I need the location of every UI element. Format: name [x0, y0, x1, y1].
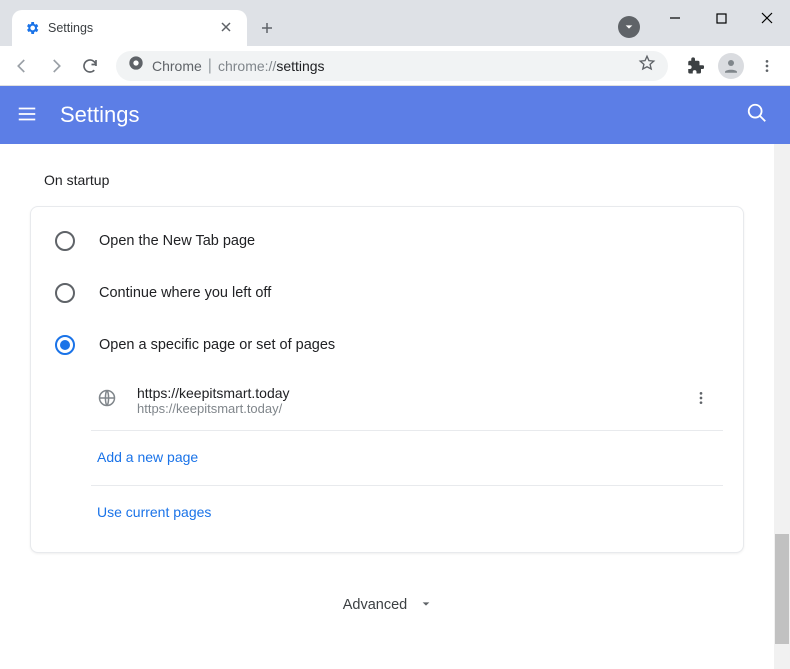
- menu-kebab-icon[interactable]: [752, 51, 782, 81]
- bookmark-star-icon[interactable]: [638, 54, 656, 77]
- window-controls: [652, 0, 790, 36]
- radio-label: Open the New Tab page: [99, 233, 255, 249]
- use-current-row[interactable]: Use current pages: [91, 486, 723, 540]
- radio-label: Open a specific page or set of pages: [99, 337, 335, 353]
- settings-header-title: Settings: [60, 102, 140, 128]
- hamburger-menu-icon[interactable]: [16, 103, 40, 127]
- advanced-toggle[interactable]: Advanced: [30, 597, 744, 613]
- url-path: settings: [276, 58, 324, 74]
- page-entry-menu-icon[interactable]: [685, 390, 717, 411]
- radio-icon: [55, 335, 75, 355]
- extensions-icon[interactable]: [680, 51, 710, 81]
- scrollbar-thumb[interactable]: [775, 534, 789, 644]
- content-scroll-area[interactable]: On startup Open the New Tab page Continu…: [0, 144, 790, 669]
- advanced-label: Advanced: [343, 597, 408, 613]
- globe-icon: [97, 388, 117, 413]
- use-current-link[interactable]: Use current pages: [97, 504, 211, 520]
- startup-card: Open the New Tab page Continue where you…: [30, 206, 744, 553]
- tab-title: Settings: [48, 21, 217, 35]
- reload-button[interactable]: [76, 52, 104, 80]
- radio-new-tab[interactable]: Open the New Tab page: [31, 215, 743, 267]
- radio-continue[interactable]: Continue where you left off: [31, 267, 743, 319]
- add-page-row[interactable]: Add a new page: [91, 431, 723, 486]
- minimize-button[interactable]: [652, 0, 698, 36]
- chrome-logo-icon: [128, 55, 144, 76]
- page-entry-url: https://keepitsmart.today/: [137, 401, 290, 416]
- maximize-button[interactable]: [698, 0, 744, 36]
- url-scheme-label: Chrome: [152, 58, 202, 74]
- scrollbar-track[interactable]: [774, 144, 790, 669]
- specific-pages-list: https://keepitsmart.today https://keepit…: [91, 371, 743, 540]
- profile-avatar[interactable]: [716, 51, 746, 81]
- url-prefix: chrome://: [218, 58, 276, 74]
- tab-search-icon[interactable]: [618, 16, 640, 38]
- browser-tab[interactable]: Settings: [12, 10, 247, 46]
- page-entry-title: https://keepitsmart.today: [137, 385, 290, 401]
- settings-app-header: Settings: [0, 86, 790, 144]
- settings-gear-icon: [24, 20, 40, 36]
- radio-icon: [55, 231, 75, 251]
- new-tab-button[interactable]: [253, 14, 281, 42]
- search-icon[interactable]: [746, 102, 768, 129]
- chevron-down-icon: [421, 597, 431, 613]
- add-page-link[interactable]: Add a new page: [97, 449, 198, 465]
- close-tab-icon[interactable]: [217, 17, 235, 39]
- window-titlebar: Settings: [0, 0, 790, 46]
- browser-toolbar: Chrome | chrome://settings: [0, 46, 790, 86]
- close-window-button[interactable]: [744, 0, 790, 36]
- forward-button[interactable]: [42, 52, 70, 80]
- section-title-startup: On startup: [44, 172, 744, 188]
- startup-page-entry: https://keepitsmart.today https://keepit…: [91, 371, 723, 431]
- address-bar[interactable]: Chrome | chrome://settings: [116, 51, 668, 81]
- radio-icon: [55, 283, 75, 303]
- settings-content: On startup Open the New Tab page Continu…: [0, 144, 774, 653]
- url-separator: |: [208, 57, 212, 75]
- radio-label: Continue where you left off: [99, 285, 271, 301]
- radio-specific-page[interactable]: Open a specific page or set of pages: [31, 319, 743, 371]
- back-button[interactable]: [8, 52, 36, 80]
